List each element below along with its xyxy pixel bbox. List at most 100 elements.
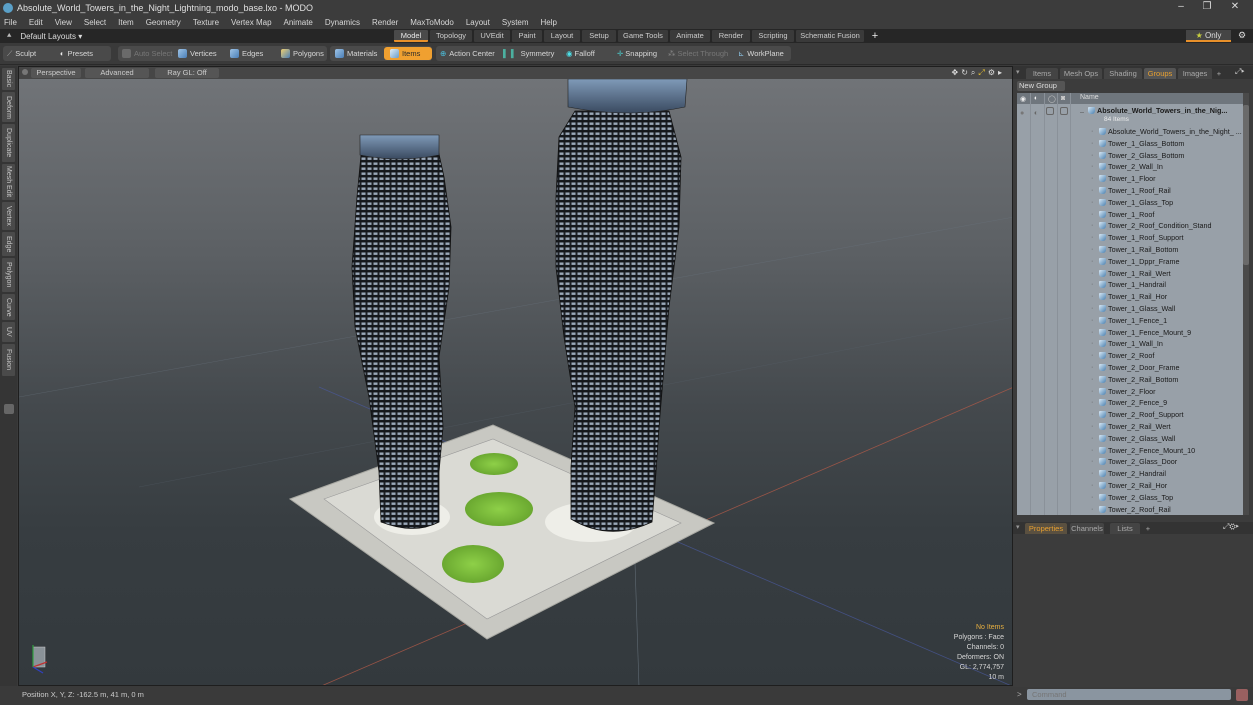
menu-select[interactable]: Select (84, 18, 106, 27)
vtab-fusion[interactable]: Fusion (2, 344, 15, 376)
menu-vertex-map[interactable]: Vertex Map (231, 18, 271, 27)
edges-button[interactable]: Edges (230, 47, 263, 60)
auto-select-button[interactable]: Auto Select (122, 47, 172, 60)
menu-system[interactable]: System (502, 18, 529, 27)
menu-view[interactable]: View (55, 18, 72, 27)
close-button[interactable]: ✕ (1220, 0, 1250, 16)
action-center-button[interactable]: ⊕ Action Center (440, 47, 495, 60)
list-item[interactable]: · Tower_1_Rail_Wert (1017, 268, 1243, 280)
list-item[interactable]: · Tower_1_Glass_Wall (1017, 303, 1243, 315)
vtab-uv[interactable]: UV (2, 322, 15, 342)
tab-channels[interactable]: Channels (1070, 523, 1104, 534)
materials-button[interactable]: Materials (335, 47, 377, 60)
list-item[interactable]: · Tower_2_Glass_Top (1017, 492, 1243, 504)
list-item[interactable]: · Tower_1_Handrail (1017, 279, 1243, 291)
items-button[interactable]: Items (384, 47, 432, 60)
list-item[interactable]: · Tower_1_Wall_In (1017, 338, 1243, 350)
polygons-button[interactable]: Polygons (281, 47, 324, 60)
list-item[interactable]: · Tower_2_Floor (1017, 386, 1243, 398)
panel-expand-icon[interactable]: ⤢▸ (1235, 67, 1245, 77)
select-toggle[interactable] (1060, 107, 1068, 115)
name-column-header[interactable]: Name (1080, 94, 1099, 101)
render-column-icon[interactable]: ◐ (1034, 95, 1038, 102)
list-item[interactable]: · Tower_2_Fence_9 (1017, 397, 1243, 409)
list-item[interactable]: · Tower_2_Glass_Bottom (1017, 150, 1243, 162)
tab-shading[interactable]: Shading (1104, 68, 1142, 79)
select-through-button[interactable]: ⁂ Select Through (668, 47, 728, 60)
zoom-view-icon[interactable]: ⌕ (971, 68, 975, 78)
vtab-edge[interactable]: Edge (2, 232, 15, 256)
move-view-icon[interactable]: ✥ (952, 68, 959, 78)
shading-mode-button[interactable]: Advanced (85, 68, 149, 78)
menu-dynamics[interactable]: Dynamics (325, 18, 360, 27)
vtab-vertex[interactable]: Vertex (2, 202, 15, 230)
command-input[interactable] (1027, 689, 1231, 700)
menu-file[interactable]: File (4, 18, 17, 27)
tab-scripting[interactable]: Scripting (752, 30, 794, 42)
list-item[interactable]: · Tower_1_Fence_Mount_9 (1017, 327, 1243, 339)
vtab-curve[interactable]: Curve (2, 294, 15, 320)
tab-game-tools[interactable]: Game Tools (618, 30, 668, 42)
raygl-button[interactable]: Ray GL: Off (155, 68, 219, 78)
list-item[interactable]: · Tower_2_Door_Frame (1017, 362, 1243, 374)
list-item[interactable]: · Tower_2_Rail_Bottom (1017, 374, 1243, 386)
menu-edit[interactable]: Edit (29, 18, 43, 27)
presets-button[interactable]: ◐ Presets (60, 47, 93, 60)
list-item[interactable]: · Tower_2_Glass_Door (1017, 456, 1243, 468)
viewport-settings-icon[interactable]: ⚙ (988, 68, 995, 78)
vtab-mesh-edit[interactable]: Mesh Edit (2, 164, 15, 200)
viewport-expand-icon[interactable]: ▸ (998, 68, 1002, 78)
vtab-basic[interactable]: Basic (2, 68, 15, 90)
fit-view-icon[interactable]: ⤢ (978, 68, 984, 78)
list-item[interactable]: · Tower_1_Roof_Support (1017, 232, 1243, 244)
list-item[interactable]: · Tower_2_Roof_Rail (1017, 504, 1243, 515)
list-item[interactable]: · Tower_1_Roof_Rail (1017, 185, 1243, 197)
tab-model[interactable]: Model (394, 30, 428, 42)
visibility-toggle-icon[interactable]: ● (1020, 107, 1024, 118)
layout-dropdown[interactable]: Default Layouts ▾ (20, 32, 82, 41)
tab-items[interactable]: Items (1026, 68, 1058, 79)
view-mode-button[interactable]: Perspective (31, 68, 81, 78)
list-item[interactable]: · Tower_2_Glass_Wall (1017, 433, 1243, 445)
menu-animate[interactable]: Animate (284, 18, 313, 27)
falloff-button[interactable]: ◉ Falloff (566, 47, 595, 60)
gear-icon[interactable]: ⚙ (1238, 30, 1246, 41)
panel-menu-icon[interactable]: ▾ (1016, 523, 1020, 531)
vtab-deform[interactable]: Deform (2, 92, 15, 122)
list-item[interactable]: · Tower_2_Roof_Condition_Stand (1017, 220, 1243, 232)
workplane-button[interactable]: ⊾ WorkPlane (738, 47, 784, 60)
group-row[interactable]: ● ◐ – Absolute_World_Towers_in_the_Nig..… (1017, 106, 1243, 126)
only-toggle[interactable]: ★ Only (1186, 30, 1231, 42)
tab-properties[interactable]: Properties (1025, 523, 1067, 534)
list-scrollbar[interactable] (1243, 93, 1249, 515)
tab-layout[interactable]: Layout (544, 30, 580, 42)
visibility-column-icon[interactable]: ◉ (1020, 95, 1026, 103)
lock-column-icon[interactable]: ◯ (1048, 95, 1056, 103)
tab-images[interactable]: Images (1178, 68, 1212, 79)
record-macro-button[interactable] (1236, 689, 1248, 701)
list-item[interactable]: · Tower_1_Roof (1017, 209, 1243, 221)
panel-options-icon[interactable]: ⤢⚙▸ (1223, 522, 1239, 532)
menu-help[interactable]: Help (541, 18, 557, 27)
tab-topology[interactable]: Topology (430, 30, 472, 42)
3d-viewport[interactable]: Perspective Advanced Ray GL: Off ✥ ↻ ⌕ ⤢… (18, 66, 1013, 686)
collapse-icon[interactable]: – (1080, 106, 1084, 117)
select-column-icon[interactable]: ◙ (1061, 95, 1065, 102)
list-item[interactable]: · Tower_1_Rail_Bottom (1017, 244, 1243, 256)
symmetry-button[interactable]: ▌▐ Symmetry (503, 47, 554, 60)
render-toggle-icon[interactable]: ◐ (1034, 107, 1038, 118)
menu-geometry[interactable]: Geometry (146, 18, 181, 27)
menu-texture[interactable]: Texture (193, 18, 219, 27)
tab-render[interactable]: Render (712, 30, 750, 42)
tab-paint[interactable]: Paint (512, 30, 542, 42)
list-item[interactable]: · Tower_1_Glass_Bottom (1017, 138, 1243, 150)
vertices-button[interactable]: Vertices (178, 47, 217, 60)
lock-toggle[interactable] (1046, 107, 1054, 115)
expand-toggle[interactable] (4, 404, 14, 414)
sculpt-button[interactable]: ⟋ Sculpt (7, 47, 36, 60)
tab-schematic-fusion[interactable]: Schematic Fusion (796, 30, 864, 42)
scrollbar-thumb[interactable] (1243, 105, 1249, 265)
snapping-button[interactable]: ✛ Snapping (617, 47, 657, 60)
restore-button[interactable]: ❐ (1192, 0, 1222, 16)
list-item[interactable]: · Tower_1_Glass_Top (1017, 197, 1243, 209)
